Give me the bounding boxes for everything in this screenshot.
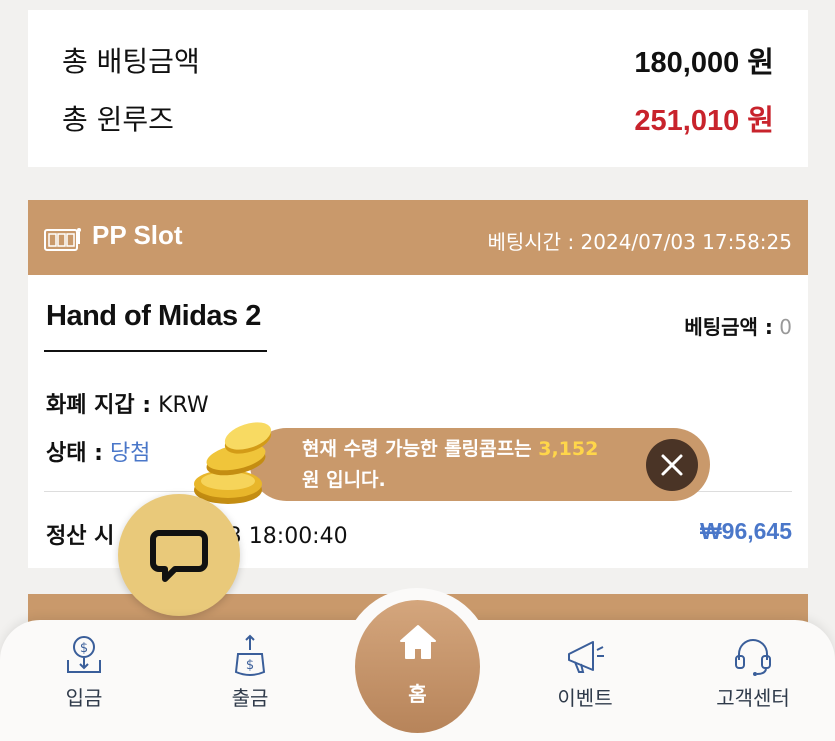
nav-event[interactable]: 이벤트 — [530, 634, 640, 711]
game-name: Hand of Midas 2 — [46, 300, 261, 332]
game-type: PP Slot — [92, 220, 183, 250]
megaphone-icon — [568, 641, 604, 673]
coins-icon — [194, 422, 272, 504]
total-bet-value: 180,000 원 — [634, 47, 774, 79]
bet-time: 베팅시간 : 2024/07/03 17:58:25 — [487, 230, 792, 254]
slot-machine-icon — [44, 228, 81, 251]
chat-button[interactable] — [118, 494, 240, 616]
total-winloss-row: 총 윈루즈 251,010 원 — [62, 98, 774, 138]
headset-icon — [735, 639, 771, 676]
nav-withdraw-label: 출금 — [231, 686, 269, 710]
toast-message: 현재 수령 가능한 롤링콤프는 3,152 원 입니다. — [302, 434, 602, 496]
total-bet-label: 총 배팅금액 — [62, 45, 200, 78]
game-name-underline — [44, 350, 267, 352]
nav-home-label: 홈 — [408, 682, 427, 706]
nav-withdraw[interactable]: $ 출금 — [195, 634, 305, 711]
total-winloss-value: 251,010 원 — [634, 105, 774, 137]
status-label: 상태 : — [46, 441, 103, 466]
toast-close-button[interactable] — [646, 439, 698, 491]
nav-support-label: 고객센터 — [716, 686, 790, 710]
bet-amount-label: 베팅금액 : — [684, 315, 773, 339]
withdraw-icon: $ — [234, 634, 266, 676]
settle-amount: ₩96,645 — [699, 518, 792, 544]
bet-summary-card: 총 배팅금액 180,000 원 총 윈루즈 251,010 원 — [28, 10, 808, 167]
close-icon — [661, 454, 683, 476]
svg-text:$: $ — [246, 658, 254, 673]
deposit-icon: $ — [67, 636, 101, 673]
wallet-value: KRW — [158, 393, 209, 418]
nav-event-label: 이벤트 — [557, 686, 613, 710]
wallet-label: 화폐 지갑 : — [46, 393, 152, 418]
bet-card-header: PP Slot 베팅시간 : 2024/07/03 17:58:25 — [28, 200, 808, 275]
total-bet-row: 총 배팅금액 180,000 원 — [62, 40, 774, 80]
toast-text-post: 원 입니다. — [302, 469, 386, 491]
settle-label: 정산 시 — [46, 524, 115, 549]
total-winloss-label: 총 윈루즈 — [62, 103, 174, 136]
chat-icon — [150, 530, 208, 582]
toast-text-pre: 현재 수령 가능한 롤링콤프는 — [302, 438, 532, 460]
nav-deposit[interactable]: $ 입금 — [29, 634, 139, 711]
status-value: 당첨 — [109, 441, 151, 466]
nav-home-button[interactable]: 홈 — [355, 600, 480, 733]
bet-amount: 베팅금액 : 0 — [684, 311, 792, 340]
nav-deposit-label: 입금 — [65, 686, 103, 710]
home-icon — [400, 625, 436, 659]
toast-amount: 3,152 — [538, 438, 599, 460]
bet-amount-value: 0 — [779, 315, 792, 339]
nav-support[interactable]: 고객센터 — [698, 634, 808, 711]
status-row: 상태 : 당첨 — [46, 435, 150, 467]
wallet-row: 화폐 지갑 : KRW — [46, 387, 209, 419]
svg-text:$: $ — [80, 641, 88, 656]
rolling-comp-toast[interactable]: 현재 수령 가능한 롤링콤프는 3,152 원 입니다. — [250, 428, 710, 501]
